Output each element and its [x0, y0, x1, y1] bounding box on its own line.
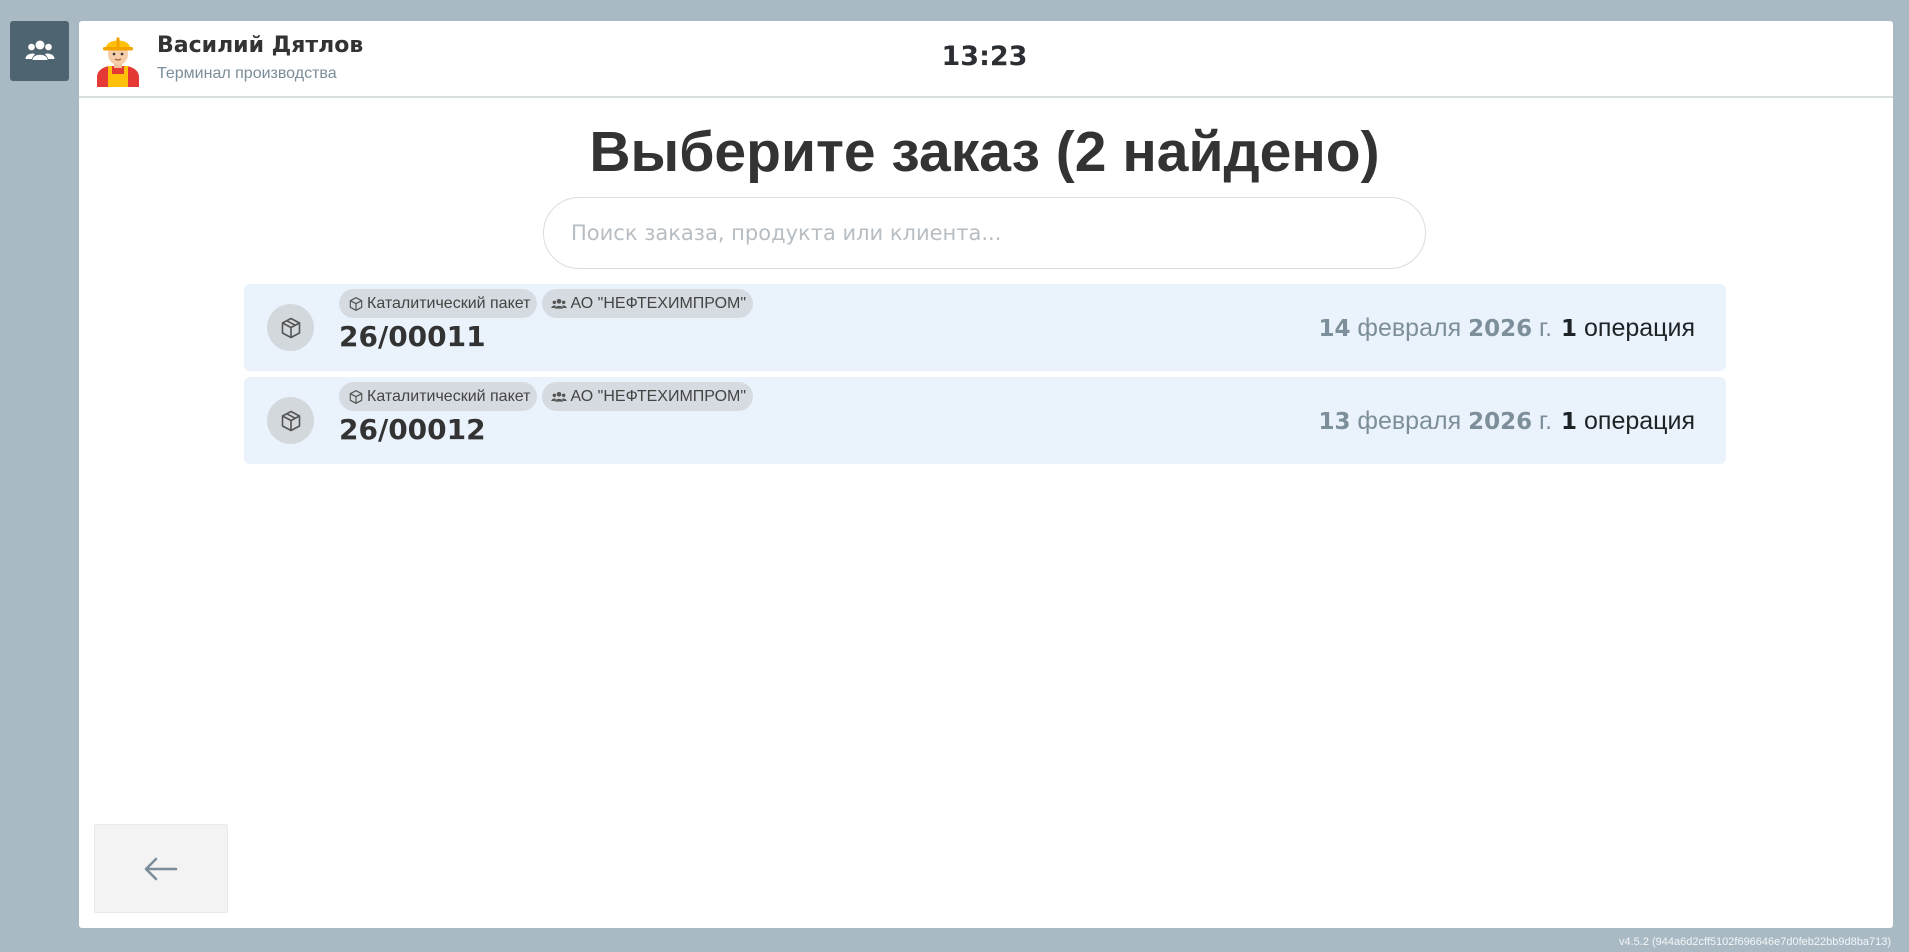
order-meta: 13 февраля 2026 г. 1 операция [1318, 407, 1695, 436]
client-tag: АО "НЕФТЕХИМПРОМ" [542, 382, 754, 411]
product-name: Каталитический пакет [367, 387, 531, 405]
main-panel: Василий Дятлов Терминал производства 13:… [79, 21, 1893, 928]
order-number: 26/00011 [339, 320, 486, 353]
product-name: Каталитический пакет [367, 294, 531, 312]
version-label: v4.5.2 (944a6d2cff5102f696646e7d0feb22bb… [1619, 936, 1891, 948]
users-menu-button[interactable] [10, 21, 69, 81]
order-meta: 14 февраля 2026 г. 1 операция [1318, 314, 1695, 343]
header: Василий Дятлов Терминал производства 13:… [79, 21, 1893, 98]
product-tag: Каталитический пакет [339, 289, 538, 318]
users-icon [551, 391, 568, 402]
arrow-left-icon [144, 857, 178, 880]
page-title: Выберите заказ (2 найдено) [589, 120, 1380, 184]
box-icon [349, 296, 363, 311]
users-icon [25, 40, 54, 60]
client-name: АО "НЕФТЕХИМПРОМ" [570, 294, 747, 312]
box-icon [267, 397, 314, 444]
box-icon [349, 389, 363, 404]
search-input[interactable] [543, 197, 1426, 269]
users-icon [551, 298, 568, 309]
box-icon [267, 304, 314, 351]
order-date: 14 февраля 2026 г. [1318, 314, 1553, 342]
clock: 13:23 [941, 41, 1028, 72]
order-list: Каталитический пакет АО "НЕФТЕХИМПРОМ" 2… [244, 284, 1726, 470]
client-name: АО "НЕФТЕХИМПРОМ" [570, 387, 747, 405]
back-button[interactable] [94, 824, 228, 913]
operations-count: 1 операция [1561, 314, 1695, 342]
client-tag: АО "НЕФТЕХИМПРОМ" [542, 289, 754, 318]
product-tag: Каталитический пакет [339, 382, 538, 411]
order-row[interactable]: Каталитический пакет АО "НЕФТЕХИМПРОМ" 2… [244, 377, 1726, 464]
order-number: 26/00012 [339, 413, 486, 446]
order-date: 13 февраля 2026 г. [1318, 407, 1553, 435]
operations-count: 1 операция [1561, 407, 1695, 435]
order-row[interactable]: Каталитический пакет АО "НЕФТЕХИМПРОМ" 2… [244, 284, 1726, 371]
